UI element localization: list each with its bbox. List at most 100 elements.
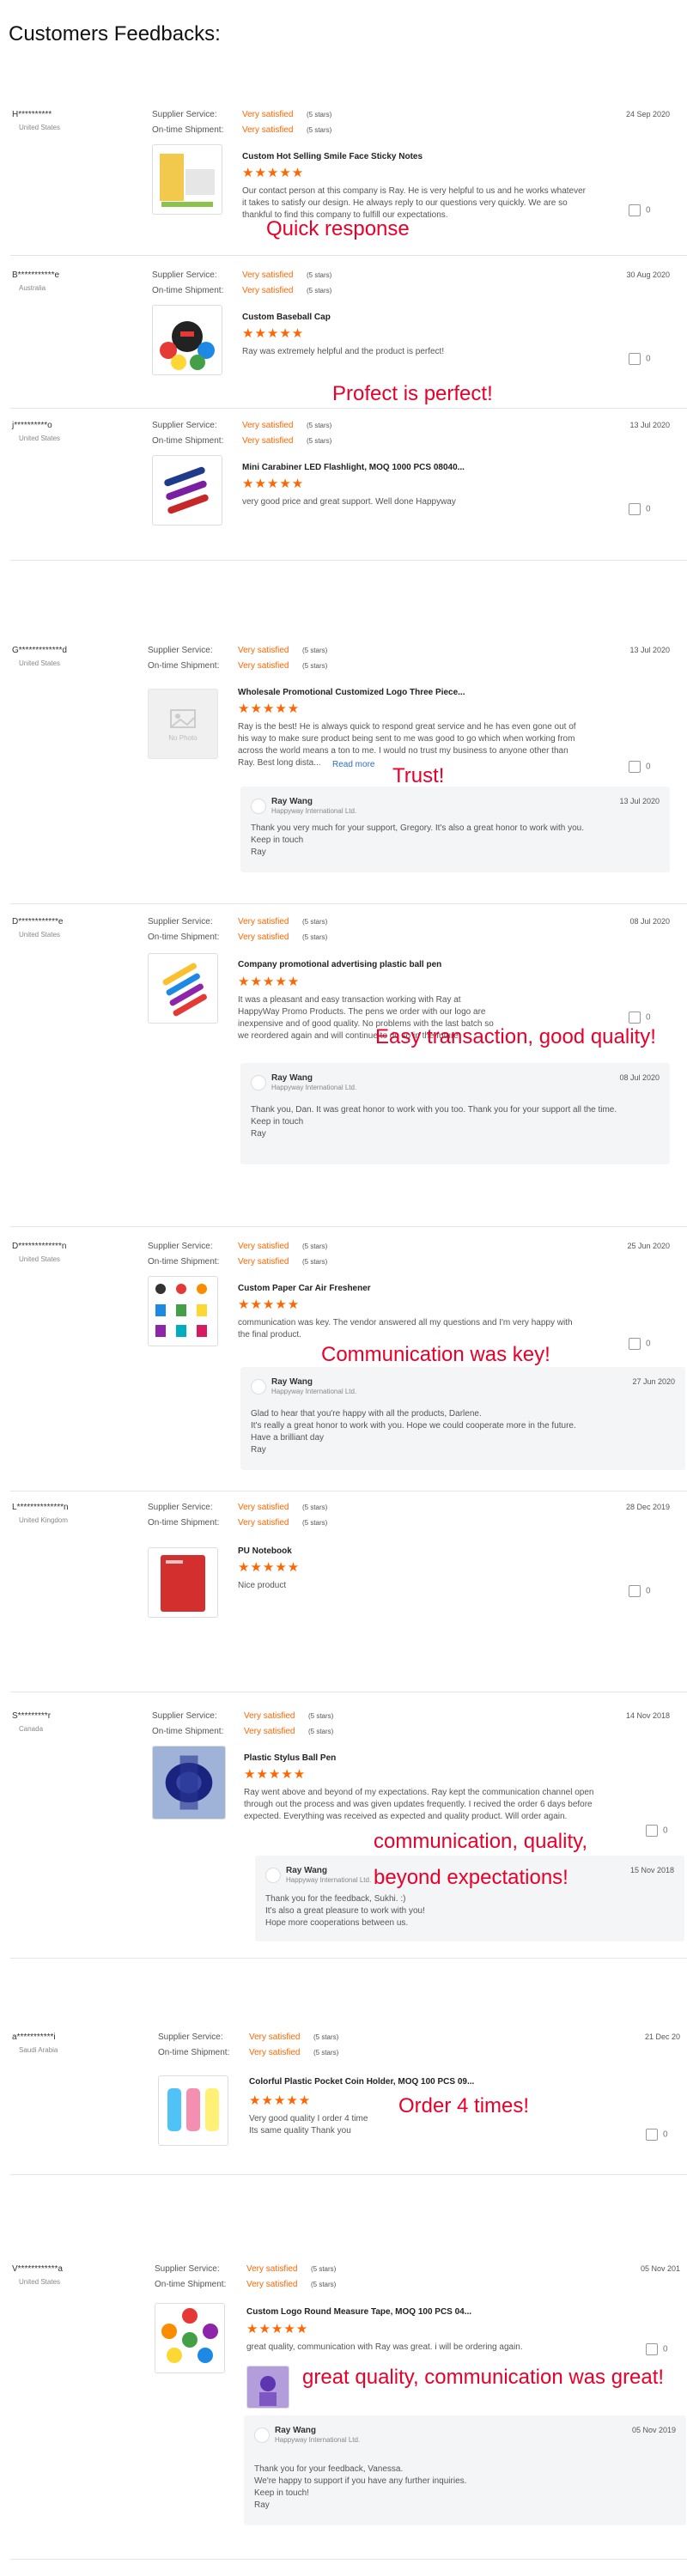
like-count: 0 (646, 205, 651, 216)
product-name[interactable]: Company promotional advertising plastic … (238, 960, 441, 969)
review-comment: great quality, communication with Ray wa… (246, 2342, 523, 2352)
divider (10, 903, 687, 904)
reply-company: Happyway International Ltd. (271, 1388, 357, 1395)
supplier-service-stars: (5 stars) (313, 2033, 339, 2041)
reviewer-country: United States (19, 434, 61, 442)
supplier-service-label: Supplier Service: (148, 917, 213, 927)
reply-name: Ray Wang (271, 1377, 313, 1387)
review-card: j**********o United States Supplier Serv… (10, 421, 680, 541)
supplier-service-value: Very satisfied (246, 2264, 298, 2274)
review-comment: Our contact person at this company is Ra… (242, 186, 586, 220)
thumbs-up-icon (629, 204, 641, 216)
review-comment: Ray went above and beyond of my expectat… (244, 1788, 594, 1821)
like-button[interactable]: 0 (629, 761, 651, 773)
on-time-shipment-value: Very satisfied (242, 436, 294, 446)
supplier-service-label: Supplier Service: (152, 1711, 217, 1721)
thumbs-up-icon (629, 503, 641, 515)
like-button[interactable]: 0 (646, 2343, 668, 2355)
product-thumbnail[interactable] (152, 455, 222, 526)
on-time-shipment-value: Very satisfied (244, 1727, 295, 1736)
reviewer-country: United Kingdom (19, 1516, 68, 1524)
like-count: 0 (646, 354, 651, 364)
reply-date: 08 Jul 2020 (619, 1073, 660, 1082)
product-name[interactable]: Plastic Stylus Ball Pen (244, 1753, 336, 1763)
on-time-shipment-stars: (5 stars) (313, 2049, 339, 2057)
annotation-note: Trust! (392, 764, 445, 787)
review-stars: ★★★★★ (238, 1297, 301, 1312)
product-thumbnail[interactable]: No Photo (148, 689, 218, 759)
on-time-shipment-label: On-time Shipment: (148, 1518, 220, 1528)
product-name[interactable]: Custom Logo Round Measure Tape, MOQ 100 … (246, 2307, 471, 2317)
annotation-note-line-1: communication, quality, (374, 1830, 587, 1853)
read-more-link[interactable]: Read more (332, 759, 374, 771)
on-time-shipment-value: Very satisfied (246, 2280, 298, 2289)
product-thumbnail[interactable] (148, 953, 218, 1024)
product-name[interactable]: Custom Paper Car Air Freshener (238, 1284, 371, 1293)
reply-name: Ray Wang (271, 797, 313, 806)
divider (10, 408, 687, 409)
product-thumbnail[interactable] (158, 2075, 228, 2146)
review-card: D************e United States Supplier Se… (10, 917, 680, 1166)
like-button[interactable]: 0 (629, 1338, 651, 1350)
annotation-note: great quality, communication was great! (302, 2366, 665, 2389)
thumbs-up-icon (646, 2129, 658, 2141)
seller-reply: Ray Wang Happyway International Ltd. 08 … (240, 1063, 670, 1164)
review-stars: ★★★★★ (249, 2093, 312, 2108)
review-stars: ★★★★★ (244, 1767, 307, 1782)
product-name[interactable]: Mini Carabiner LED Flashlight, MOQ 1000 … (242, 463, 465, 472)
supplier-service-stars: (5 stars) (307, 422, 332, 429)
product-thumbnail[interactable] (152, 1746, 226, 1820)
reviewer-country: United States (19, 1255, 61, 1263)
reply-name: Ray Wang (271, 1073, 313, 1083)
product-thumbnail[interactable] (155, 2303, 225, 2373)
reviewer-name: D*************n (12, 1242, 67, 1251)
on-time-shipment-label: On-time Shipment: (152, 125, 224, 135)
on-time-shipment-stars: (5 stars) (307, 437, 332, 445)
on-time-shipment-value: Very satisfied (249, 2048, 301, 2057)
annotation-note: Quick response (266, 217, 410, 240)
supplier-service-value: Very satisfied (242, 110, 294, 119)
review-date: 21 Dec 20 (644, 2032, 680, 2041)
like-count: 0 (646, 1586, 651, 1596)
product-thumbnail[interactable] (152, 144, 222, 215)
page-title: Customers Feedbacks: (9, 22, 221, 46)
product-thumbnail[interactable] (152, 305, 222, 375)
like-button[interactable]: 0 (646, 1825, 668, 1837)
reply-company: Happyway International Ltd. (286, 1876, 372, 1884)
product-name[interactable]: Custom Hot Selling Smile Face Sticky Not… (242, 152, 423, 161)
avatar (251, 1075, 266, 1091)
divider (10, 255, 687, 256)
supplier-service-value: Very satisfied (242, 270, 294, 280)
review-photo[interactable] (246, 2366, 289, 2409)
review-stars: ★★★★★ (238, 702, 301, 716)
like-button[interactable]: 0 (629, 1012, 651, 1024)
like-button[interactable]: 0 (629, 353, 651, 365)
reviewer-name: H********** (12, 110, 52, 119)
on-time-shipment-stars: (5 stars) (311, 2281, 337, 2288)
like-button[interactable]: 0 (629, 503, 651, 515)
reviewer-country: United States (19, 931, 61, 939)
on-time-shipment-stars: (5 stars) (302, 933, 328, 941)
product-name[interactable]: Custom Baseball Cap (242, 313, 331, 322)
product-name[interactable]: PU Notebook (238, 1546, 292, 1556)
product-name[interactable]: Wholesale Promotional Customized Logo Th… (238, 688, 465, 697)
product-thumbnail[interactable] (148, 1547, 218, 1618)
product-thumbnail[interactable] (148, 1276, 218, 1346)
thumbs-up-icon (629, 353, 641, 365)
like-button[interactable]: 0 (646, 2129, 668, 2141)
on-time-shipment-stars: (5 stars) (302, 1258, 328, 1266)
review-stars: ★★★★★ (238, 1560, 301, 1575)
reply-name: Ray Wang (286, 1866, 327, 1875)
like-button[interactable]: 0 (629, 204, 651, 216)
reviewer-country: United States (19, 659, 61, 667)
product-name[interactable]: Colorful Plastic Pocket Coin Holder, MOQ… (249, 2077, 474, 2087)
reply-name: Ray Wang (275, 2426, 316, 2435)
thumbs-up-icon (646, 1825, 658, 1837)
on-time-shipment-label: On-time Shipment: (148, 661, 220, 671)
reviewer-country: United States (19, 2278, 61, 2286)
on-time-shipment-label: On-time Shipment: (152, 436, 224, 446)
divider (10, 2174, 687, 2175)
review-date: 25 Jun 2020 (627, 1242, 670, 1250)
like-button[interactable]: 0 (629, 1585, 651, 1597)
annotation-note: Communication was key! (321, 1343, 550, 1366)
